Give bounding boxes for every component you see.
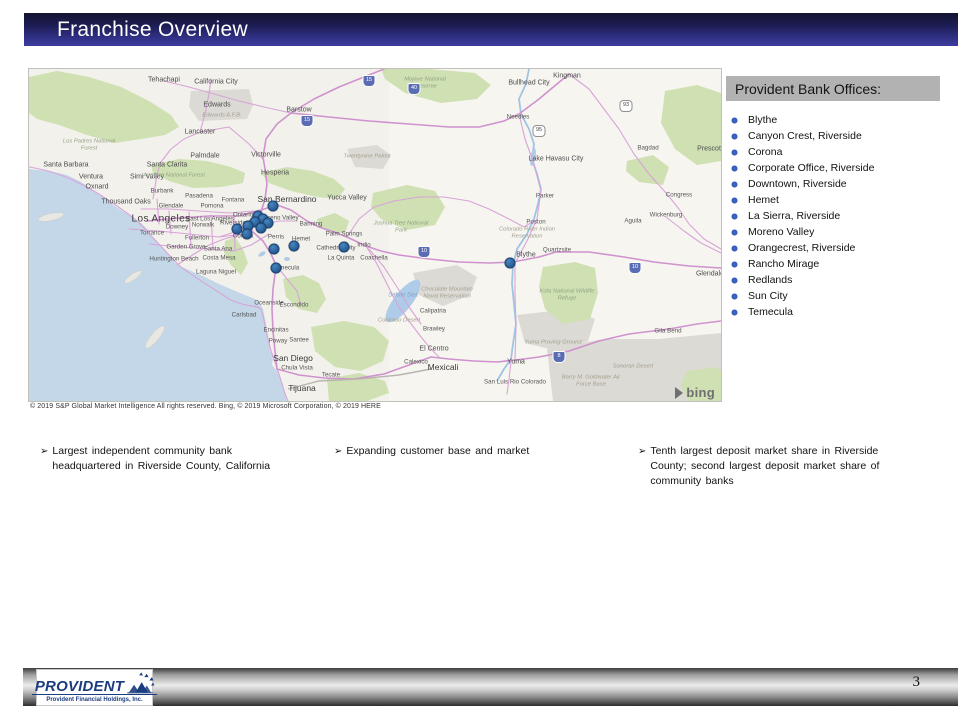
office-list-item: Corporate Office, Riverside: [732, 160, 947, 176]
office-marker-icon: [289, 241, 300, 252]
highway-shield-icon: 8: [553, 351, 566, 363]
highway-shield-icon: 40: [408, 83, 421, 95]
bullet-icon: [732, 134, 737, 139]
highlight-item-1: ➢ Largest independent community bank hea…: [40, 444, 292, 474]
highway-shield-icon: 95: [533, 125, 546, 137]
office-name: Corona: [748, 146, 782, 158]
office-marker-icon: [256, 223, 267, 234]
office-list-item: Temecula: [732, 304, 947, 320]
logo-row: PROVIDENT: [32, 672, 157, 695]
office-name: Canyon Crest, Riverside: [748, 130, 862, 142]
office-list-item: Moreno Valley: [732, 224, 947, 240]
office-name: La Sierra, Riverside: [748, 210, 840, 222]
bullet-icon: [732, 118, 737, 123]
arrow-bullet-icon: ➢: [40, 444, 48, 459]
highlight-text: Largest independent community bank headq…: [52, 444, 292, 474]
office-name: Downtown, Riverside: [748, 178, 847, 190]
logo-subtext: Provident Financial Holdings, Inc.: [46, 697, 142, 703]
bing-logo: bing: [675, 385, 715, 400]
bullet-icon: [732, 230, 737, 235]
office-name: Moreno Valley: [748, 226, 814, 238]
highway-shield-icon: 10: [629, 262, 642, 274]
highlight-item-2: ➢ Expanding customer base and market: [334, 444, 594, 459]
office-list-item: Blythe: [732, 112, 947, 128]
bullet-icon: [732, 166, 737, 171]
highway-shield-icon: 15: [363, 75, 376, 87]
office-name: Rancho Mirage: [748, 258, 819, 270]
highway-shield-icon: 93: [620, 100, 633, 112]
footer-bar: [23, 668, 958, 706]
office-list-item: Sun City: [732, 288, 947, 304]
map-panel: TehachapiCalifornia CityEdwardsLancaster…: [28, 68, 722, 402]
bullet-icon: [732, 198, 737, 203]
offices-title: Provident Bank Offices:: [726, 76, 940, 101]
office-name: Sun City: [748, 290, 788, 302]
bullet-icon: [732, 150, 737, 155]
office-marker-icon: [505, 258, 516, 269]
bullet-icon: [732, 214, 737, 219]
office-name: Redlands: [748, 274, 792, 286]
office-marker-icon: [268, 201, 279, 212]
highlight-item-3: ➢ Tenth largest deposit market share in …: [638, 444, 900, 489]
office-name: Blythe: [748, 114, 777, 126]
logo-wordmark: PROVIDENT: [35, 679, 124, 694]
bullet-icon: [732, 278, 737, 283]
highway-shield-icon: 15: [301, 115, 314, 127]
slide-title: Franchise Overview: [24, 18, 248, 42]
office-name: Corporate Office, Riverside: [748, 162, 874, 174]
office-marker-icon: [271, 263, 282, 274]
bullet-icon: [732, 294, 737, 299]
office-list-item: Canyon Crest, Riverside: [732, 128, 947, 144]
slide: Franchise Overview: [0, 0, 960, 720]
offices-list: Blythe Canyon Crest, Riverside Corona Corpo…: [732, 112, 947, 320]
office-list-item: La Sierra, Riverside: [732, 208, 947, 224]
office-name: Orangecrest, Riverside: [748, 242, 855, 254]
bullet-icon: [732, 310, 737, 315]
highlights: ➢ Largest independent community bank hea…: [0, 444, 960, 514]
office-list-item: Downtown, Riverside: [732, 176, 947, 192]
office-marker-icon: [339, 242, 350, 253]
arrow-bullet-icon: ➢: [334, 444, 342, 459]
office-marker-icon: [242, 229, 253, 240]
office-list-item: Corona: [732, 144, 947, 160]
office-name: Hemet: [748, 194, 779, 206]
highlight-text: Tenth largest deposit market share in Ri…: [650, 444, 900, 489]
office-list-item: Orangecrest, Riverside: [732, 240, 947, 256]
office-list-item: Hemet: [732, 192, 947, 208]
highlight-text: Expanding customer base and market: [346, 444, 529, 459]
bullet-icon: [732, 262, 737, 267]
map-attribution: © 2019 S&P Global Market Intelligence Al…: [30, 403, 381, 410]
bing-icon: [675, 387, 683, 399]
office-list-item: Redlands: [732, 272, 947, 288]
provident-logo: PROVIDENT Provident Financial Holdings, …: [36, 669, 153, 706]
bullet-icon: [732, 182, 737, 187]
office-list-item: Rancho Mirage: [732, 256, 947, 272]
office-name: Temecula: [748, 306, 793, 318]
mountain-triangles-icon: [125, 672, 155, 694]
arrow-bullet-icon: ➢: [638, 444, 646, 459]
highway-shield-icon: 10: [418, 246, 431, 258]
bing-label: bing: [686, 385, 715, 400]
page-number: 3: [913, 674, 921, 691]
bullet-icon: [732, 246, 737, 251]
title-bar: Franchise Overview: [24, 13, 958, 46]
map-markers-layer: 15 15 40 93 95 10 10 8: [29, 69, 721, 401]
office-marker-icon: [269, 244, 280, 255]
